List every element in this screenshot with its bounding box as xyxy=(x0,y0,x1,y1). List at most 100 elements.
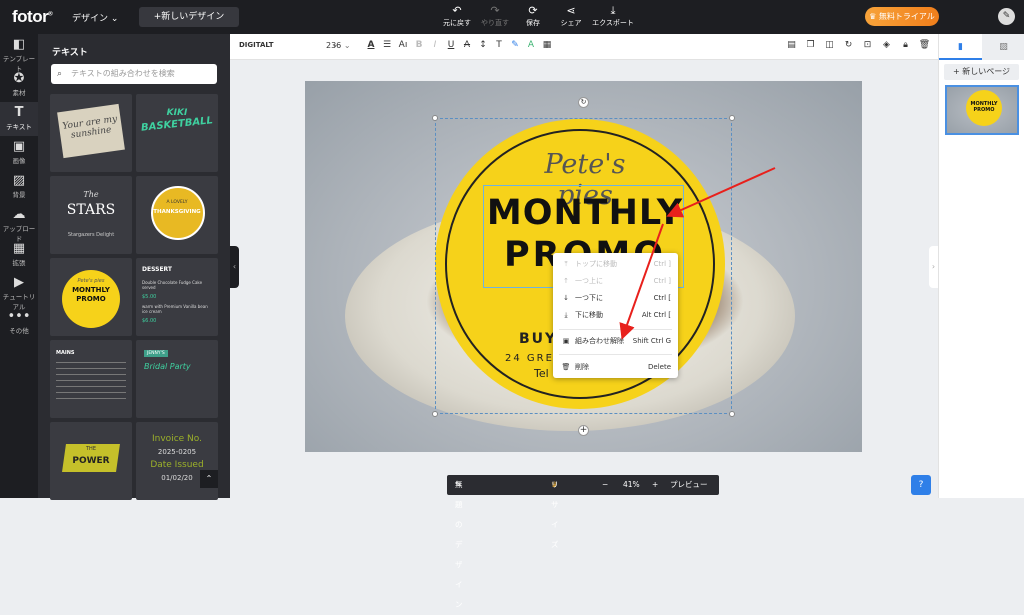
undo-button[interactable]: ↶ 元に戻す xyxy=(438,4,476,28)
fotor-logo[interactable]: fotor® xyxy=(12,7,53,27)
free-trial-button[interactable]: ♛ 無料トライアル xyxy=(865,7,939,26)
tab-pages[interactable]: ▮ xyxy=(939,34,982,60)
nav-background[interactable]: ▨ 背景 xyxy=(0,170,38,204)
position-icon[interactable]: ⊡ xyxy=(858,40,877,50)
text-panel: テキスト ⌕ テキストの組み合わせを検索 Your are my sunshine… xyxy=(38,34,230,500)
menu-bring-forward[interactable]: ↑ 一つ上に Ctrl ] xyxy=(553,274,678,289)
pages-panel: ▮ ▨ + 新しいページ MONTHLY PROMO xyxy=(938,34,1024,498)
nav-upload[interactable]: ☁ アップロード xyxy=(0,204,38,243)
transparency-icon[interactable]: ▦ xyxy=(539,40,555,50)
top-bar: fotor® デザイン ⌄ +新しいデザイン ↶ 元に戻す ↷ やり直す ⟳ 保存 ⋖… xyxy=(0,0,1024,34)
left-nav: ◧ テンプレート ✪ 素材 T テキスト ▣ 画像 ▨ 背景 ☁ アップロード ▦ 拡張 ▶ チ… xyxy=(0,34,38,498)
redo-icon: ↷ xyxy=(490,4,500,17)
scroll-up-button[interactable]: ⌃ xyxy=(200,470,218,488)
resize-handle-tl[interactable] xyxy=(432,115,438,121)
menu-divider xyxy=(559,354,672,355)
font-size-select[interactable]: 236 ⌄ xyxy=(326,41,351,50)
menu-bring-to-front[interactable]: ⤒ トップに移動 Ctrl ] xyxy=(553,257,678,272)
nav-elements[interactable]: ✪ 素材 xyxy=(0,68,38,102)
page-thumbnail[interactable]: MONTHLY PROMO xyxy=(945,85,1019,135)
resize-handle-tr[interactable] xyxy=(729,115,735,121)
page-icon: ▮ xyxy=(958,42,963,52)
text-template-dessert[interactable]: DESSERT Double Chocolate Fudge Cake serv… xyxy=(136,258,218,336)
preview-button[interactable]: プレビュー xyxy=(670,475,708,495)
pen-icon: ✎ xyxy=(1002,11,1011,21)
nav-more[interactable]: ••• その他 xyxy=(0,306,38,340)
font-family-select[interactable]: DIGITALT ⌄ xyxy=(239,41,338,49)
download-icon: ⤓ xyxy=(610,4,616,17)
image-icon: ▣ xyxy=(12,139,26,154)
new-design-button[interactable]: +新しいデザイン xyxy=(139,7,239,27)
text-format-icons: A ☰ Aı B I U A ↕ T ✎ A ▦ xyxy=(363,40,555,50)
tab-layers[interactable]: ▨ xyxy=(982,34,1024,60)
resize-handle-bl[interactable] xyxy=(432,411,438,417)
tutorial-icon: ▶ xyxy=(14,275,24,290)
share-button[interactable]: ⋖ シェア xyxy=(552,4,590,28)
flip-icon[interactable]: ↻ xyxy=(839,40,858,50)
text-template-sunshine[interactable]: Your are my sunshine xyxy=(50,94,132,172)
nav-image[interactable]: ▣ 画像 xyxy=(0,136,38,170)
add-element-button[interactable]: + xyxy=(578,425,589,436)
text-template-mains[interactable]: MAINS xyxy=(50,340,132,418)
text-template-thanksgiving[interactable]: A LOVELY THANKSGIVING xyxy=(136,176,218,254)
color-fill-icon[interactable]: A xyxy=(523,40,539,50)
strikethrough-icon[interactable]: A xyxy=(459,40,475,50)
menu-send-to-back[interactable]: ⤓ 下に移動 Alt Ctrl [ xyxy=(553,308,678,323)
text-template-monthly-promo[interactable]: Pete's pies MONTHLY PROMO xyxy=(50,258,132,336)
send-to-back-icon: ⤓ xyxy=(564,311,568,319)
align-icon[interactable]: ☰ xyxy=(379,40,395,50)
user-avatar[interactable]: ✎ xyxy=(998,8,1015,25)
export-button[interactable]: ⤓ エクスポート xyxy=(590,4,636,28)
text-template-invoice[interactable]: Invoice No. 2025-0205 Date Issued 01/02/… xyxy=(136,422,218,500)
help-button[interactable]: ? xyxy=(911,475,931,495)
menu-delete[interactable]: 🗑︎ 削除 Delete xyxy=(553,360,678,375)
bottom-bar: ✎ 無題のデザイン ♛ リサイズ − 41% + プレビュー xyxy=(447,475,719,609)
zoom-level[interactable]: 41% xyxy=(623,475,640,495)
nav-apps[interactable]: ▦ 拡張 xyxy=(0,238,38,272)
text-effect-icon[interactable]: T xyxy=(491,40,507,50)
rotate-handle[interactable]: ↻ xyxy=(578,97,589,108)
panel-title: テキスト xyxy=(52,48,88,58)
italic-icon[interactable]: I xyxy=(427,40,443,50)
text-template-basketball[interactable]: KIKI BASKETBALL xyxy=(136,94,218,172)
menu-ungroup[interactable]: ▣ 組み合わせ解除 Shift Ctrl G xyxy=(553,334,678,349)
format-toolbar: DIGITALT ⌄ 236 ⌄ A ☰ Aı B I U A ↕ T ✎ A … xyxy=(230,34,938,60)
layers-icon[interactable]: ◈ xyxy=(877,40,896,50)
chevron-up-icon: ⌃ xyxy=(205,474,213,483)
nav-template[interactable]: ◧ テンプレート xyxy=(0,34,38,73)
spacing-icon[interactable]: ↕ xyxy=(475,40,491,50)
collapse-right-panel-button[interactable]: › xyxy=(929,246,938,288)
redo-button[interactable]: ↷ やり直す xyxy=(476,4,514,28)
crown-icon: ♛ xyxy=(869,12,877,21)
menu-send-backward[interactable]: ↓ 一つ下に Ctrl [ xyxy=(553,291,678,306)
upload-icon: ☁ xyxy=(12,207,26,222)
lock-icon[interactable]: 🔒︎ xyxy=(896,40,915,50)
design-menu[interactable]: デザイン ⌄ xyxy=(72,11,118,24)
copy-style-icon[interactable]: ▤ xyxy=(782,40,801,50)
nav-text[interactable]: T テキスト xyxy=(0,102,38,136)
gradient-icon[interactable]: ✎ xyxy=(507,40,523,50)
resize-handle-br[interactable] xyxy=(729,411,735,417)
collapse-panel-button[interactable]: ‹ xyxy=(230,246,239,288)
text-color-icon[interactable]: A xyxy=(363,40,379,50)
duplicate-icon[interactable]: ❐ xyxy=(801,40,820,50)
zoom-in-button[interactable]: + xyxy=(652,475,658,495)
underline-icon[interactable]: U xyxy=(443,40,459,50)
trash-icon[interactable]: 🗑︎ xyxy=(915,40,934,50)
bold-icon[interactable]: B xyxy=(411,40,427,50)
text-template-power[interactable]: THE POWER xyxy=(50,422,132,500)
text-template-bridal[interactable]: JENNY'S Bridal Party xyxy=(136,340,218,418)
text-template-stars[interactable]: The STARS Stargazers Delight xyxy=(50,176,132,254)
chevron-down-icon: ⌄ xyxy=(343,41,351,50)
new-page-button[interactable]: + 新しいページ xyxy=(944,64,1019,80)
object-actions: ▤ ❐ ◫ ↻ ⊡ ◈ 🔒︎ 🗑︎ xyxy=(782,40,934,50)
save-button[interactable]: ⟳ 保存 xyxy=(514,4,552,28)
search-icon: ⌕ xyxy=(57,69,63,79)
page-thumbnail-circle: MONTHLY PROMO xyxy=(966,90,1002,126)
search-input[interactable]: ⌕ テキストの組み合わせを検索 xyxy=(51,64,217,84)
zoom-out-button[interactable]: − xyxy=(602,475,608,495)
crop-icon[interactable]: ◫ xyxy=(820,40,839,50)
apps-icon: ▦ xyxy=(12,241,26,256)
nav-tutorial[interactable]: ▶ チュートリアル xyxy=(0,272,38,311)
case-icon[interactable]: Aı xyxy=(395,40,411,50)
